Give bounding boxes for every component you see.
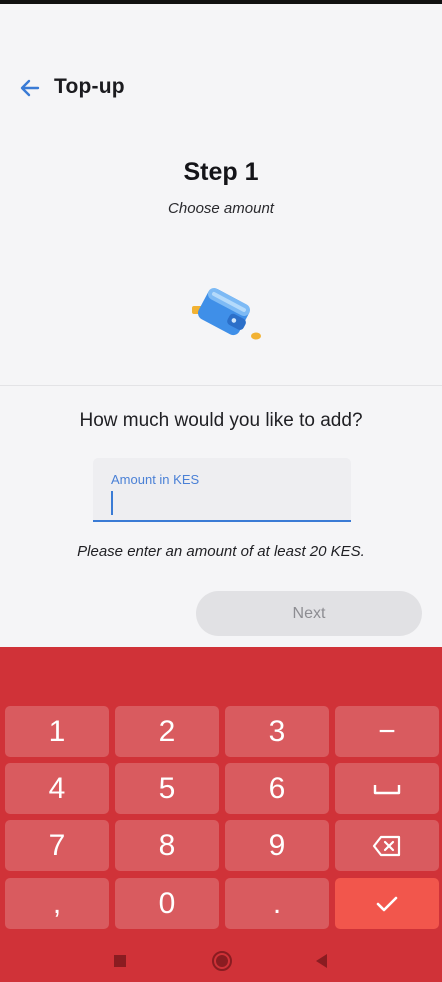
numeric-keyboard: 1 2 3 − 4 5 6 7 8 9 , 0 . (0, 647, 442, 940)
home-button[interactable] (211, 950, 233, 972)
key-0[interactable]: 0 (115, 878, 219, 929)
arrow-left-icon (20, 79, 40, 97)
amount-question: How much would you like to add? (79, 410, 363, 431)
key-space[interactable] (335, 763, 439, 814)
space-bar-icon (373, 784, 401, 794)
back-triangle-icon (316, 954, 327, 968)
wallet-illustration (186, 280, 266, 350)
step-subtitle: Choose amount (168, 200, 274, 217)
section-divider (0, 385, 442, 386)
next-button[interactable]: Next (196, 591, 422, 636)
page-title: Top-up (54, 75, 125, 98)
key-comma[interactable]: , (5, 878, 109, 929)
key-5[interactable]: 5 (115, 763, 219, 814)
key-1[interactable]: 1 (5, 706, 109, 757)
key-enter[interactable] (335, 878, 439, 929)
key-6[interactable]: 6 (225, 763, 329, 814)
key-7[interactable]: 7 (5, 820, 109, 871)
key-period[interactable]: . (225, 878, 329, 929)
recents-button[interactable] (109, 950, 131, 972)
backspace-icon (372, 835, 401, 856)
app-header: Top-up (0, 66, 442, 106)
amount-input[interactable]: Amount in KES (93, 458, 351, 522)
key-minus[interactable]: − (335, 706, 439, 757)
minimum-amount-hint: Please enter an amount of at least 20 KE… (77, 543, 365, 560)
step-title: Step 1 (183, 158, 259, 186)
text-cursor (111, 491, 113, 515)
key-2[interactable]: 2 (115, 706, 219, 757)
back-nav-button[interactable] (311, 950, 333, 972)
recents-square-icon (114, 955, 126, 967)
wallet-icon (192, 288, 261, 340)
key-4[interactable]: 4 (5, 763, 109, 814)
key-backspace[interactable] (335, 820, 439, 871)
checkmark-icon (376, 896, 398, 911)
back-button[interactable] (14, 72, 46, 104)
key-3[interactable]: 3 (225, 706, 329, 757)
system-navigation-bar (0, 940, 442, 982)
key-9[interactable]: 9 (225, 820, 329, 871)
home-circle-icon (212, 951, 232, 971)
amount-label: Amount in KES (111, 472, 200, 487)
key-8[interactable]: 8 (115, 820, 219, 871)
